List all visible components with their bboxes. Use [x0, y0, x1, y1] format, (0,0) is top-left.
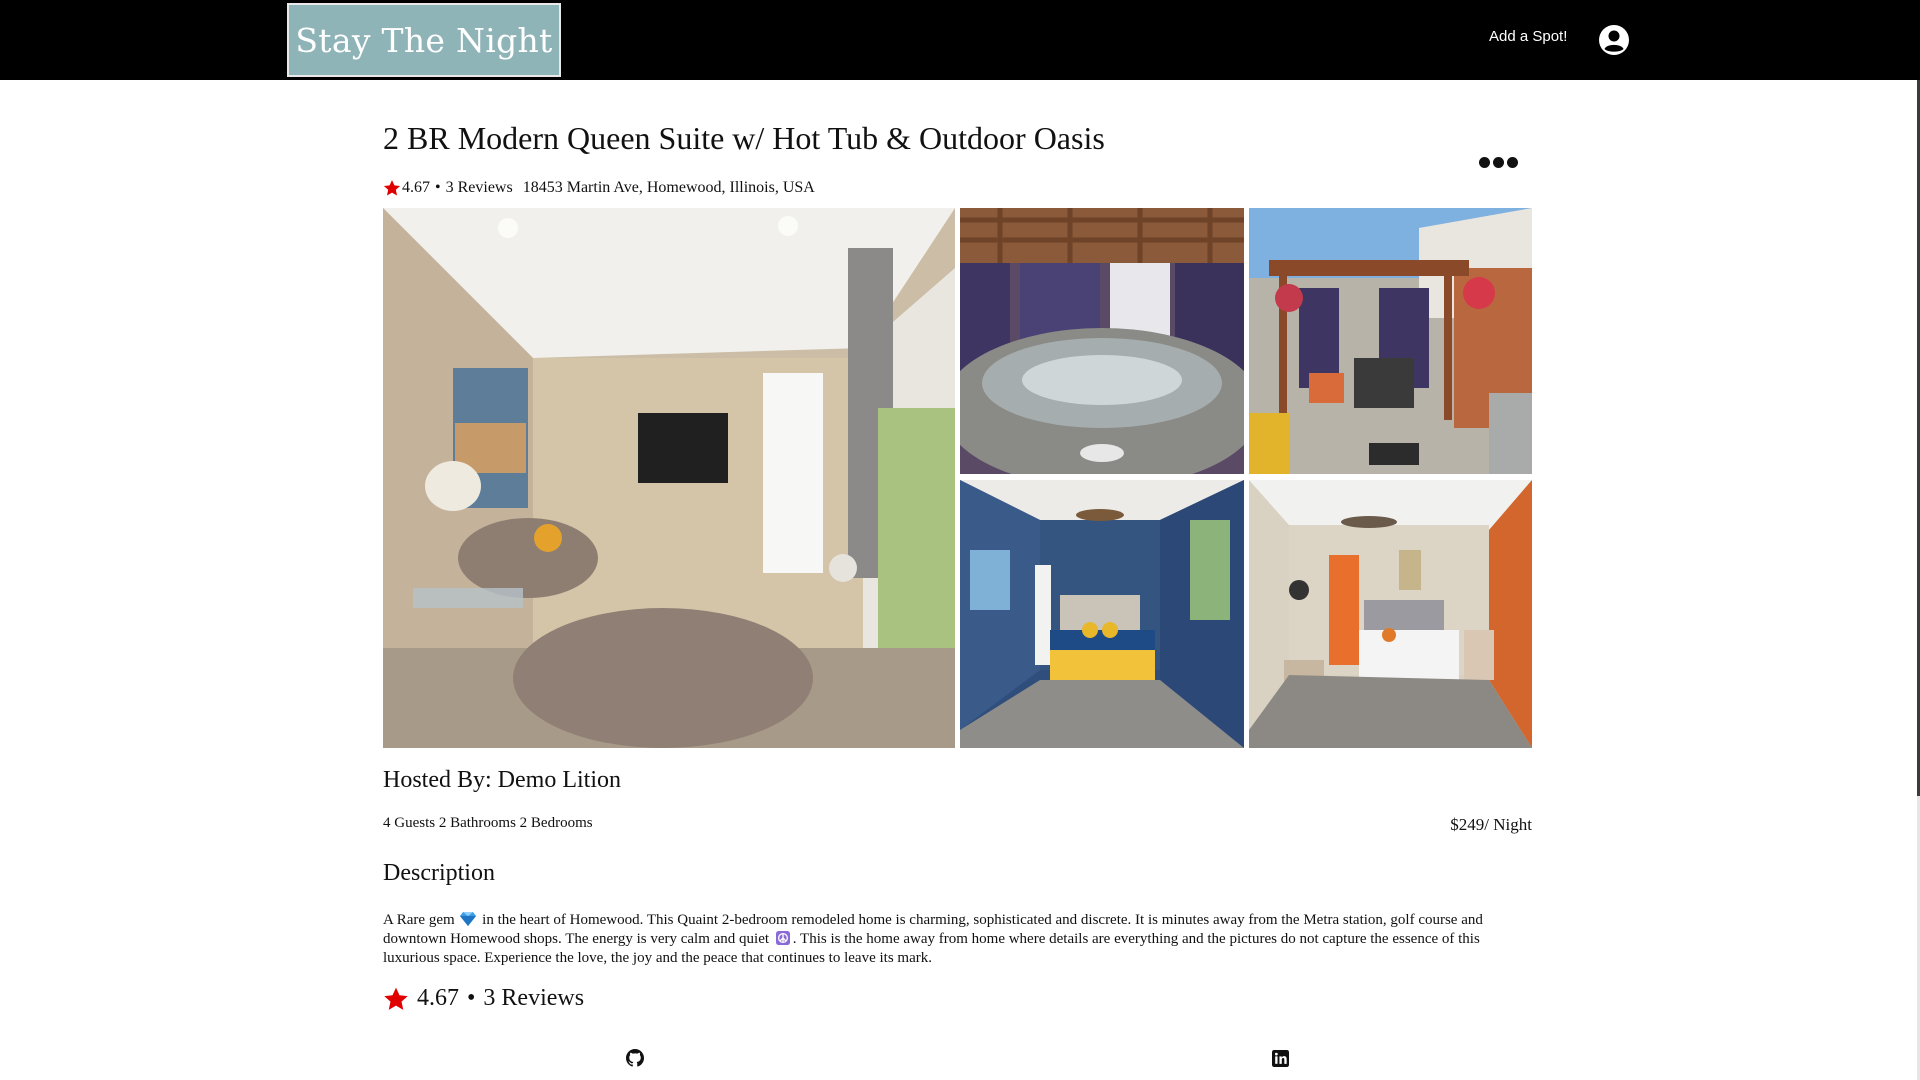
listing-reviews-count[interactable]: 3 Reviews — [446, 179, 513, 197]
listing-specs: 4 Guests 2 Bathrooms 2 Bedrooms — [383, 815, 593, 831]
listing-address: 18453 Martin Ave, Homewood, Illinois, US… — [522, 179, 815, 196]
logo[interactable]: Stay The Night — [287, 3, 561, 77]
github-icon[interactable] — [626, 1049, 644, 1067]
description-heading: Description — [383, 860, 495, 886]
review-summary-count: 3 Reviews — [483, 985, 585, 1011]
top-nav-bar: Stay The Night Add a Spot! — [0, 0, 1920, 80]
photo-pergola-yard[interactable] — [1249, 208, 1532, 474]
hosted-by: Hosted By: Demo Lition — [383, 767, 621, 793]
star-icon — [384, 987, 408, 1010]
listing-title: 2 BR Modern Queen Suite w/ Hot Tub & Out… — [383, 120, 1105, 156]
description-text: A Rare gem in the heart of Homewood. Thi… — [383, 911, 1533, 968]
photo-blue-bedroom[interactable] — [960, 480, 1244, 748]
photo-white-bedroom[interactable] — [1249, 480, 1532, 748]
gem-icon — [460, 912, 477, 926]
description-part-1: A Rare gem — [383, 912, 455, 928]
listing-meta: 4.67 • 3 Reviews 18453 Martin Ave, Homew… — [383, 179, 815, 197]
user-circle-icon[interactable] — [1598, 24, 1630, 56]
photo-hot-tub[interactable] — [960, 208, 1244, 474]
logo-text: Stay The Night — [295, 20, 553, 60]
meta-separator: • — [435, 179, 441, 196]
listing-price: $249/ Night — [1450, 815, 1532, 834]
main-photo-living-room[interactable] — [383, 208, 955, 748]
linkedin-icon[interactable] — [1272, 1050, 1289, 1067]
review-summary: 4.67 • 3 Reviews — [383, 985, 584, 1012]
star-icon — [383, 180, 401, 196]
review-summary-separator: • — [467, 985, 476, 1011]
photo-gallery — [383, 208, 1532, 748]
more-options-icon[interactable] — [1479, 155, 1525, 171]
review-summary-rating: 4.67 — [417, 985, 459, 1011]
listing-rating: 4.67 — [402, 179, 430, 196]
peace-symbol-icon — [775, 931, 790, 945]
add-spot-link[interactable]: Add a Spot! — [1489, 28, 1567, 45]
